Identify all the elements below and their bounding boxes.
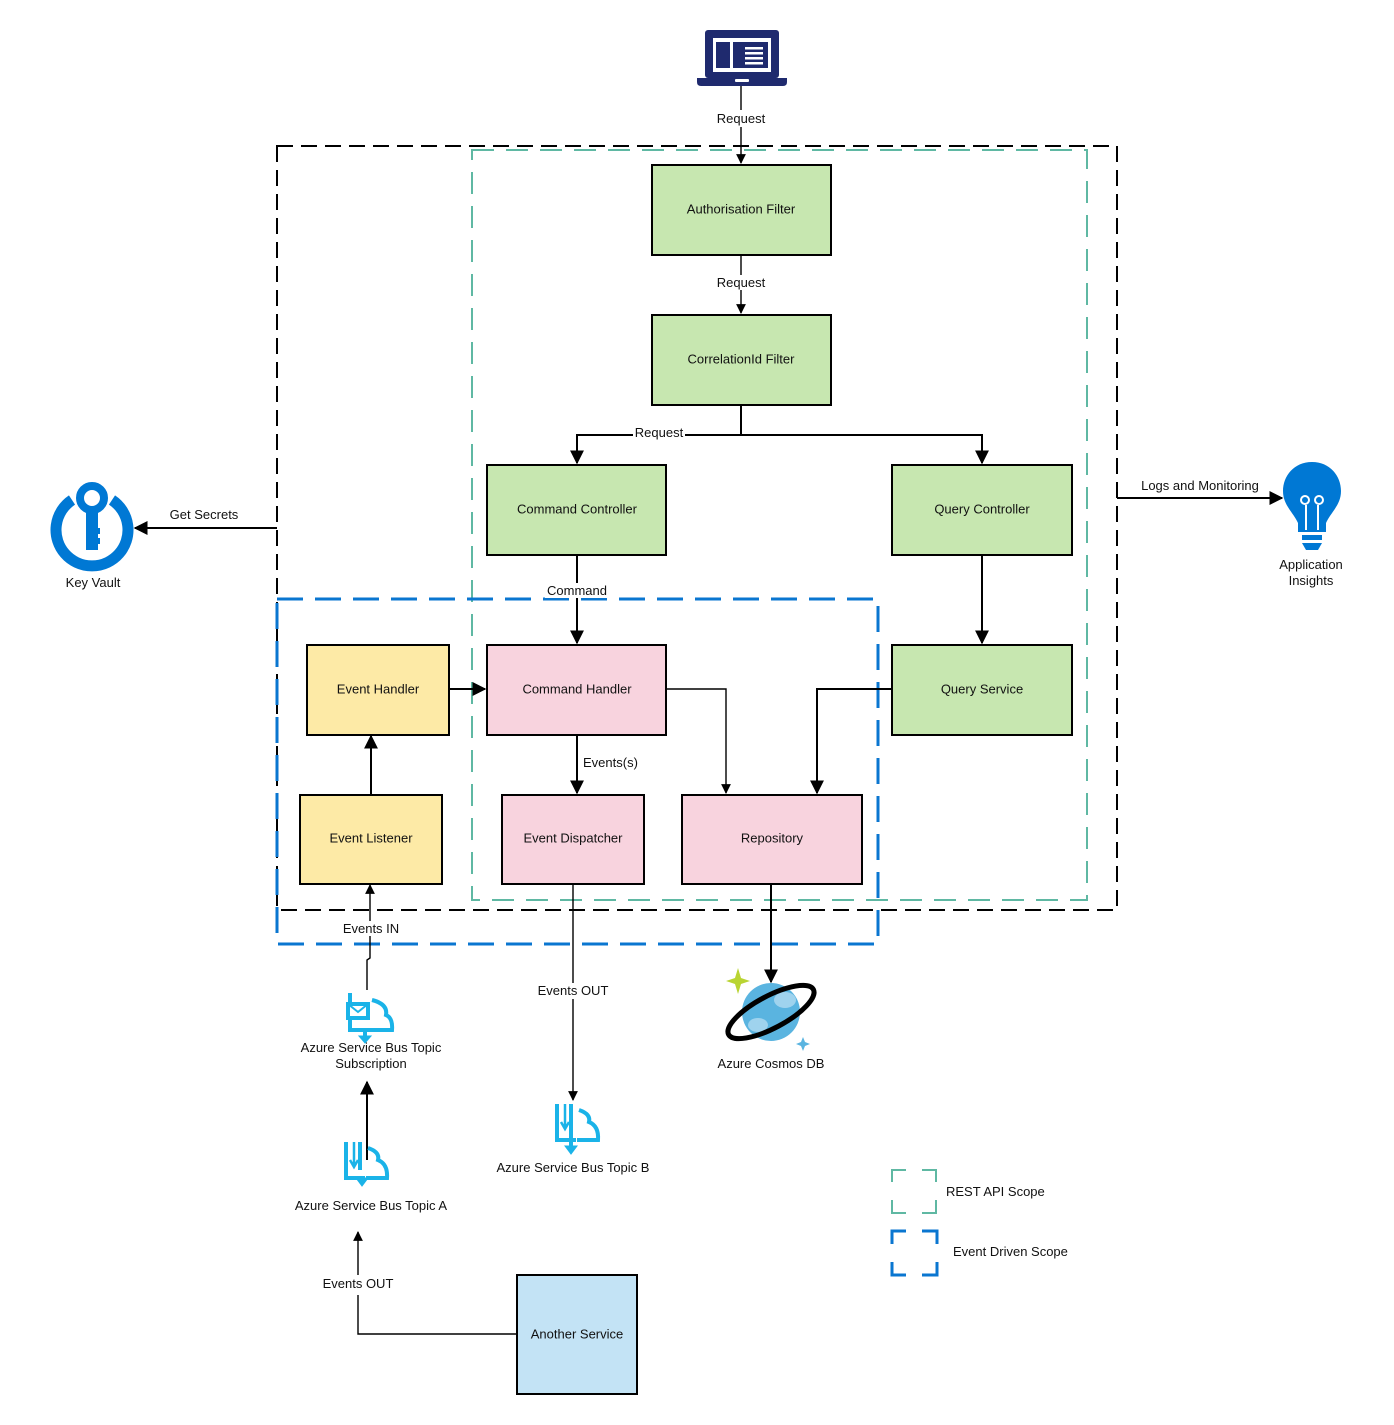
lightbulb-icon	[1283, 462, 1341, 550]
edge-label-command: Command	[547, 583, 607, 598]
edge-label-events: Events(s)	[583, 755, 638, 770]
repository-node[interactable]: Repository	[681, 794, 863, 885]
sb-subscription-label-line1: Azure Service Bus Topic	[301, 1040, 442, 1055]
edge-label-request-3: Request	[635, 425, 684, 440]
svg-text:Authorisation Filter: Authorisation Filter	[687, 201, 796, 216]
sb-topic-b-label: Azure Service Bus Topic B	[497, 1160, 650, 1175]
svg-text:CorrelationId Filter: CorrelationId Filter	[688, 351, 796, 366]
legend-rest-api-swatch	[891, 1169, 937, 1214]
svg-text:Repository: Repository	[741, 830, 804, 845]
edge-label-events-out-b: Events OUT	[538, 983, 609, 998]
svg-text:Event Dispatcher: Event Dispatcher	[524, 830, 624, 845]
event-handler-node[interactable]: Event Handler	[306, 644, 450, 736]
edge-label-request-1: Request	[717, 111, 766, 126]
service-bus-topic-b-icon	[555, 1104, 601, 1155]
architecture-diagram: Request Request Request Command Events(s…	[50, 30, 1343, 1395]
sb-topic-a-label: Azure Service Bus Topic A	[295, 1198, 448, 1213]
command-handler-node[interactable]: Command Handler	[486, 644, 667, 736]
key-vault-label: Key Vault	[66, 575, 121, 590]
another-service-node[interactable]: Another Service	[516, 1274, 638, 1395]
query-controller-node[interactable]: Query Controller	[891, 464, 1073, 556]
event-listener-node[interactable]: Event Listener	[299, 794, 443, 885]
app-insights-label-line2: Insights	[1289, 573, 1334, 588]
svg-text:Event Handler: Event Handler	[337, 681, 420, 696]
legend-rest-api-label: REST API Scope	[946, 1184, 1045, 1199]
edge-label-get-secrets: Get Secrets	[170, 507, 239, 522]
legend: REST API Scope Event Driven Scope	[890, 1169, 1068, 1277]
laptop-icon	[697, 30, 787, 86]
authorisation-filter-node[interactable]: Authorisation Filter	[651, 164, 832, 256]
event-dispatcher-node[interactable]: Event Dispatcher	[501, 794, 645, 885]
svg-text:Command Controller: Command Controller	[517, 501, 638, 516]
svg-text:Query Service: Query Service	[941, 681, 1023, 696]
edge-label-logs: Logs and Monitoring	[1141, 478, 1259, 493]
key-vault-icon	[50, 482, 134, 572]
svg-text:Another Service: Another Service	[531, 1326, 624, 1341]
sb-subscription-label-line2: Subscription	[335, 1056, 407, 1071]
edge-label-events-out-a: Events OUT	[323, 1276, 394, 1291]
app-insights-label-line1: Application	[1279, 557, 1343, 572]
correlationid-filter-node[interactable]: CorrelationId Filter	[651, 314, 832, 406]
svg-text:Command Handler: Command Handler	[522, 681, 632, 696]
edge-label-events-in: Events IN	[343, 921, 399, 936]
legend-event-driven-label: Event Driven Scope	[953, 1244, 1068, 1259]
service-bus-subscription-icon	[346, 993, 395, 1044]
legend-event-driven-swatch	[890, 1229, 939, 1277]
query-service-node[interactable]: Query Service	[891, 644, 1073, 736]
edge-label-request-2: Request	[717, 275, 766, 290]
svg-text:Query Controller: Query Controller	[934, 501, 1030, 516]
cosmos-db-label: Azure Cosmos DB	[718, 1056, 825, 1071]
command-controller-node[interactable]: Command Controller	[486, 464, 667, 556]
svg-text:Event Listener: Event Listener	[329, 830, 413, 845]
